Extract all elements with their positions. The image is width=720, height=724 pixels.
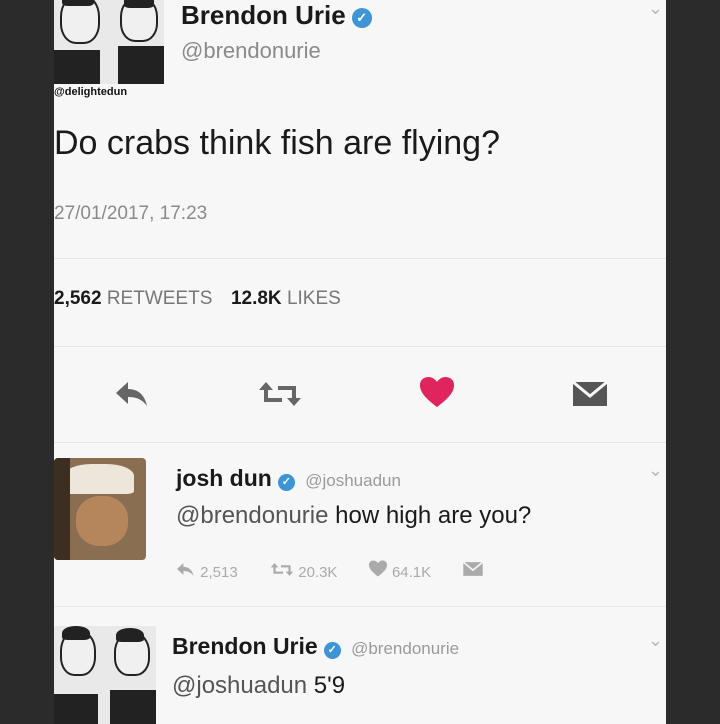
direct-message-icon[interactable] (462, 561, 484, 581)
like-label[interactable]: LIKES (287, 288, 341, 309)
reply-author-name[interactable]: Brendon Urie (172, 633, 318, 659)
reply-body: how high are you? (328, 502, 532, 529)
reply-header: josh dun ✓ @joshuadun (176, 465, 401, 492)
verified-badge-icon: ✓ (277, 474, 295, 491)
author-handle[interactable]: @brendonurie (181, 38, 321, 64)
chevron-down-icon[interactable]: ⌄ (648, 460, 663, 481)
reply-icon[interactable] (112, 378, 150, 413)
reply-header: Brendon Urie ✓ @brendonurie (172, 633, 459, 660)
reply-author-handle[interactable]: @brendonurie (351, 639, 459, 658)
verified-badge-icon: ✓ (323, 642, 341, 659)
tweet-stats: 2,562 RETWEETS 12.8K LIKES (54, 288, 341, 310)
reply-author-handle[interactable]: @joshuadun (305, 471, 401, 490)
tweet-text: Do crabs think fish are flying? (54, 124, 500, 162)
heart-icon[interactable] (368, 560, 392, 581)
reply-like-count: 64.1K (391, 564, 432, 581)
avatar-caption: @delightedun (54, 86, 128, 98)
verified-badge-icon: ✓ (351, 8, 372, 28)
author-header: Brendon Urie ✓ (181, 0, 372, 31)
retweet-label[interactable]: RETWEETS (107, 288, 213, 309)
divider (54, 442, 666, 443)
direct-message-icon[interactable] (572, 380, 608, 413)
reply-actions: 2,513 20.3K 64.1K (174, 560, 484, 581)
chevron-down-icon[interactable]: ⌄ (648, 0, 663, 19)
retweet-count[interactable]: 2,562 (54, 288, 102, 309)
divider (54, 258, 666, 259)
retweet-icon[interactable] (258, 380, 302, 413)
reply-text: @brendonurie how high are you? (176, 502, 531, 530)
retweet-icon[interactable] (270, 563, 298, 581)
reply-body: 5'9 (307, 672, 346, 699)
reply-avatar[interactable] (54, 458, 146, 560)
divider (54, 606, 666, 607)
reply-icon[interactable] (174, 563, 200, 581)
heart-icon[interactable] (419, 376, 455, 413)
divider (54, 346, 666, 347)
reply-text: @joshuadun 5'9 (172, 672, 345, 700)
tweet-card: @delightedun Brendon Urie ✓ @brendonurie … (54, 0, 666, 724)
like-count[interactable]: 12.8K (231, 288, 282, 309)
tweet-timestamp: 27/01/2017, 17:23 (54, 203, 208, 224)
author-name[interactable]: Brendon Urie (181, 0, 346, 30)
reply-avatar[interactable] (54, 626, 156, 724)
reply-mention[interactable]: @brendonurie (176, 502, 328, 529)
reply-retweet-count: 20.3K (298, 564, 338, 581)
reply-author-name[interactable]: josh dun (176, 465, 272, 491)
author-avatar[interactable] (54, 0, 164, 84)
chevron-down-icon[interactable]: ⌄ (648, 630, 663, 651)
reply-count: 2,513 (200, 564, 238, 581)
reply-mention[interactable]: @joshuadun (172, 672, 307, 699)
